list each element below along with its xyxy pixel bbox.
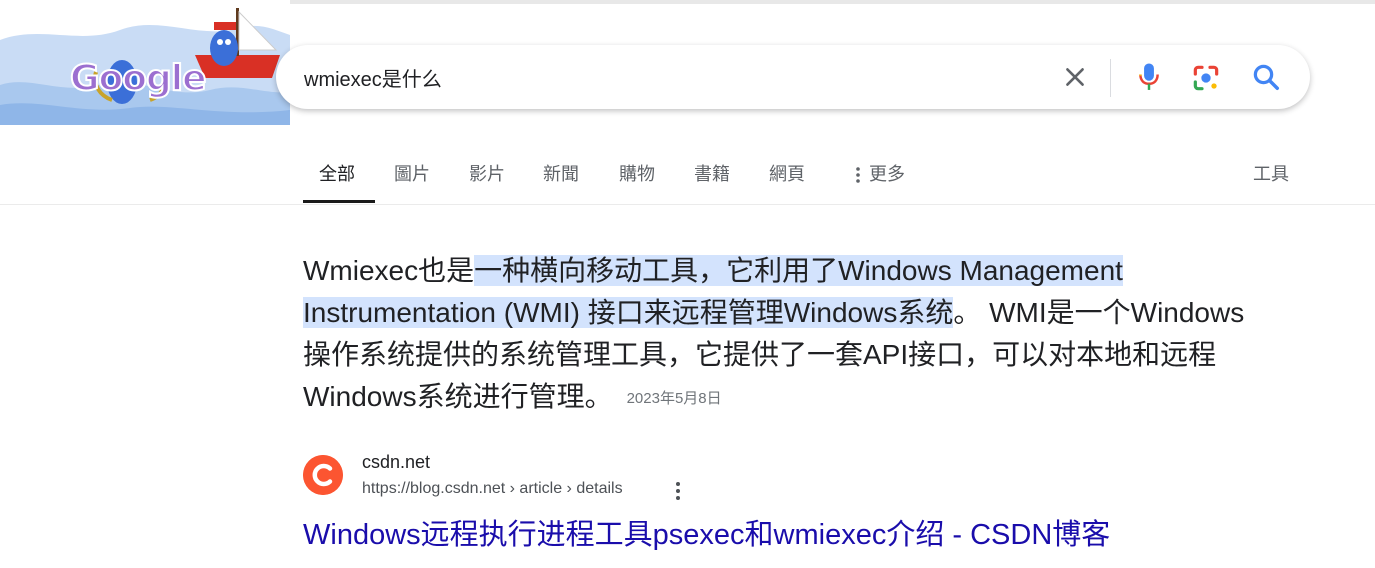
result-site-name[interactable]: csdn.net (362, 452, 430, 473)
tab-images[interactable]: 圖片 (394, 160, 430, 186)
snippet-text-pre: Wmiexec也是 (303, 255, 475, 286)
tab-web[interactable]: 網頁 (769, 160, 805, 186)
google-doodle[interactable]: Google (0, 0, 290, 126)
doodle-logo-text: Google (69, 57, 208, 100)
search-input[interactable] (304, 59, 1044, 95)
tab-all[interactable]: 全部 (319, 160, 355, 186)
csdn-favicon-icon[interactable] (303, 455, 343, 495)
mic-icon[interactable] (1134, 61, 1164, 93)
more-vert-icon (856, 167, 860, 184)
tools-button[interactable]: 工具 (1253, 160, 1289, 186)
tab-more-label: 更多 (869, 164, 905, 184)
result-url-breadcrumb[interactable]: https://blog.csdn.net › article › detail… (362, 480, 623, 498)
search-icon[interactable] (1251, 62, 1281, 92)
tabs-divider (0, 204, 1375, 205)
result-title-link[interactable]: Windows远程执行进程工具psexec和wmiexec介绍 - CSDN博客 (303, 511, 1110, 553)
tab-shopping[interactable]: 購物 (619, 160, 655, 186)
google-lens-icon[interactable] (1190, 62, 1222, 94)
snippet-date: 2023年5月8日 (626, 390, 722, 407)
tab-news[interactable]: 新聞 (543, 160, 579, 186)
active-tab-indicator (303, 200, 375, 203)
search-divider (1110, 59, 1111, 97)
close-icon[interactable] (1062, 64, 1088, 90)
tab-books[interactable]: 書籍 (694, 160, 730, 186)
tab-videos[interactable]: 影片 (469, 160, 505, 186)
search-tabs: 全部 圖片 影片 新聞 購物 書籍 網頁 更多 (303, 152, 1303, 204)
result-menu-icon[interactable] (672, 480, 684, 502)
tab-more[interactable]: 更多 (855, 160, 905, 186)
featured-snippet: Wmiexec也是一种横向移动工具，它利用了Windows Management… (303, 250, 1263, 420)
search-box (276, 45, 1310, 109)
